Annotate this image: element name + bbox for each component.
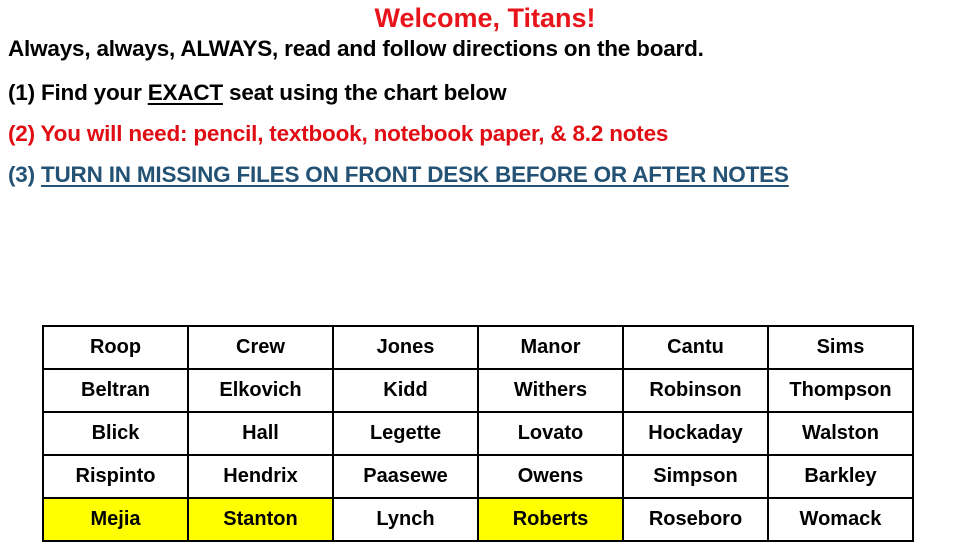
seat-cell: Roop: [42, 325, 189, 370]
step-1: (1) Find your EXACT seat using the chart…: [8, 78, 507, 108]
seat-cell: Roseboro: [622, 497, 769, 542]
seat-cell: Rispinto: [42, 454, 189, 499]
seat-cell: Roberts: [477, 497, 624, 542]
seat-cell: Kidd: [332, 368, 479, 413]
seating-chart: Roop Crew Jones Manor Cantu Sims Beltran Elkovi…: [42, 325, 914, 542]
seat-cell: Simpson: [622, 454, 769, 499]
seat-cell: Paasewe: [332, 454, 479, 499]
seat-cell: Sims: [767, 325, 914, 370]
seat-cell: Crew: [187, 325, 334, 370]
seat-row: Rispinto Hendrix Paasewe Owens Simpson Barkle…: [42, 454, 914, 499]
seat-cell: Withers: [477, 368, 624, 413]
seat-cell: Mejia: [42, 497, 189, 542]
step-3: (3) TURN IN MISSING FILES ON FRONT DESK …: [8, 160, 789, 190]
seat-cell: Womack: [767, 497, 914, 542]
page-title: Welcome, Titans!: [374, 3, 596, 33]
seat-cell: Stanton: [187, 497, 334, 542]
step-1-prefix: (1) Find your: [8, 80, 148, 105]
seat-cell: Hendrix: [187, 454, 334, 499]
step-3-prefix: (3): [8, 162, 41, 187]
seat-row: Mejia Stanton Lynch Roberts Roseboro Womack: [42, 497, 914, 542]
seat-cell: Owens: [477, 454, 624, 499]
step-3-text: TURN IN MISSING FILES ON FRONT DESK BEFO…: [40, 162, 789, 187]
seat-cell: Blick: [42, 411, 189, 456]
seat-cell: Cantu: [622, 325, 769, 370]
seat-cell: Lovato: [477, 411, 624, 456]
seat-cell: Barkley: [767, 454, 914, 499]
seat-cell: Thompson: [767, 368, 914, 413]
seat-cell: Beltran: [42, 368, 189, 413]
step-1-suffix: seat using the chart below: [222, 80, 507, 105]
step-2: (2) You will need: pencil, textbook, not…: [8, 121, 669, 146]
seat-row: Beltran Elkovich Kidd Withers Robinson Thomps…: [42, 368, 914, 413]
seat-row: Roop Crew Jones Manor Cantu Sims: [42, 325, 914, 370]
step-1-emphasis: EXACT: [147, 80, 223, 105]
seat-cell: Elkovich: [187, 368, 334, 413]
seat-cell: Lynch: [332, 497, 479, 542]
seat-cell: Jones: [332, 325, 479, 370]
seat-cell: Hockaday: [622, 411, 769, 456]
seat-cell: Robinson: [622, 368, 769, 413]
seat-cell: Hall: [187, 411, 334, 456]
seat-row: Blick Hall Legette Lovato Hockaday Walston: [42, 411, 914, 456]
intro-line: Always, always, ALWAYS, read and follow …: [8, 36, 704, 61]
seat-cell: Legette: [332, 411, 479, 456]
seat-cell: Walston: [767, 411, 914, 456]
seat-cell: Manor: [477, 325, 624, 370]
